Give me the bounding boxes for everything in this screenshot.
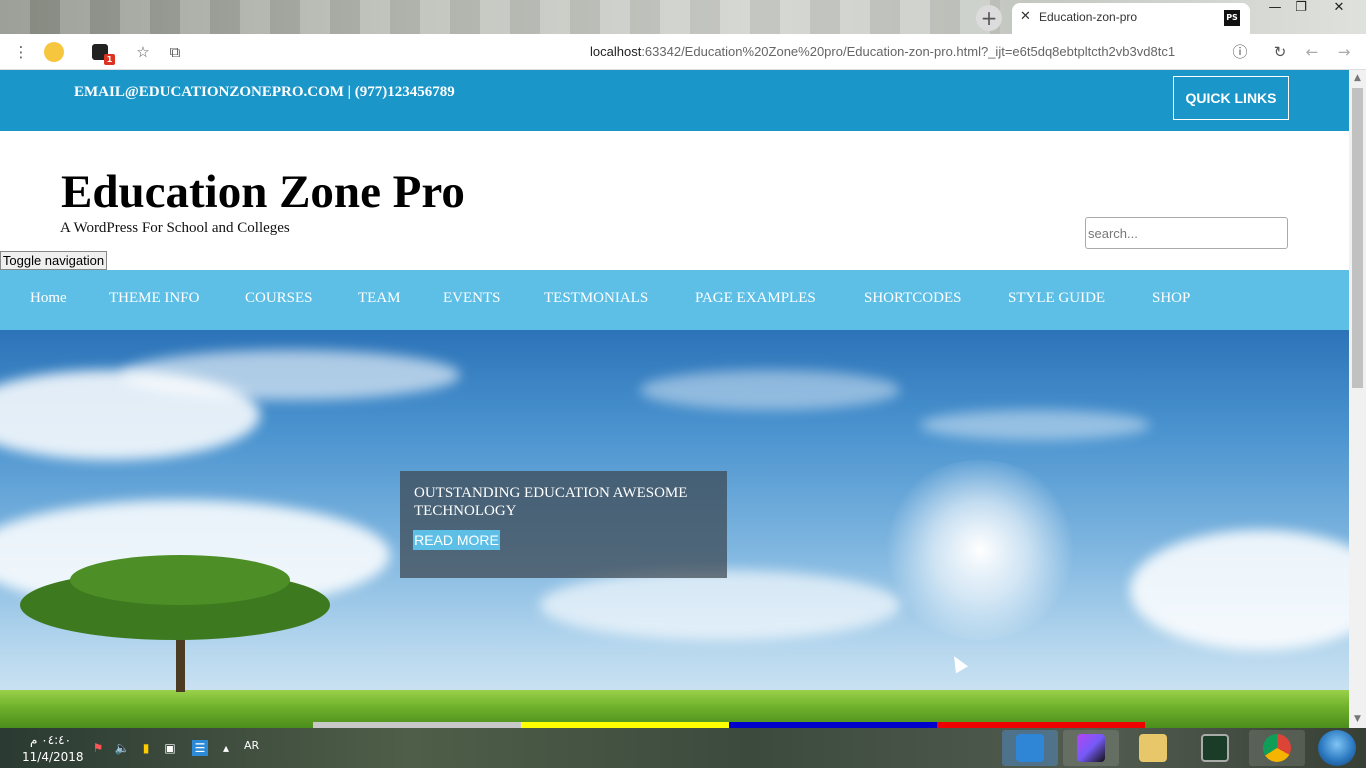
windows-taskbar: ٠٤:٤٠ م 11/4/2018 ⚑ 🔈 ▮ ▣ ☰ ▴ AR [0, 728, 1366, 768]
nav-item-theme-info[interactable]: THEME INFO [109, 290, 199, 307]
mouse-cursor-icon [947, 652, 969, 674]
nav-item-shortcodes[interactable]: SHORTCODES [864, 290, 961, 307]
menu-dots-icon[interactable]: ⋮ [11, 42, 31, 62]
cloud-shape [640, 370, 900, 410]
search-input[interactable] [1085, 217, 1288, 249]
window-close-button[interactable]: ✕ [1326, 0, 1352, 18]
volume-icon[interactable]: 🔈 [114, 740, 130, 756]
start-button[interactable] [1318, 730, 1356, 766]
scroll-down-arrow-icon[interactable]: ▼ [1349, 711, 1366, 728]
emoji-extension-icon[interactable] [44, 42, 64, 62]
star-bookmark-icon[interactable]: ☆ [133, 42, 153, 62]
tab-close-icon[interactable]: ✕ [1020, 9, 1031, 24]
folder-icon [1139, 734, 1167, 762]
nav-item-shop[interactable]: SHOP [1152, 290, 1190, 307]
tree-crown [70, 555, 290, 605]
phpstorm-icon [1077, 734, 1105, 762]
taskbar-app-screen-capture[interactable] [1002, 730, 1058, 766]
contact-info: EMAIL@EDUCATIONZONEPRO.COM | (977)123456… [74, 84, 455, 100]
new-tab-button[interactable]: + [976, 5, 1002, 31]
scroll-up-arrow-icon[interactable]: ▲ [1349, 70, 1366, 87]
back-icon[interactable]: ← [1302, 42, 1322, 62]
extension-badge: 1 [104, 54, 115, 65]
top-contact-bar: EMAIL@EDUCATIONZONEPRO.COM | (977)123456… [0, 70, 1349, 131]
scroll-thumb[interactable] [1352, 88, 1363, 388]
nav-item-team[interactable]: TEAM [358, 290, 401, 307]
main-navigation: Home THEME INFO COURSES TEAM EVENTS TEST… [0, 270, 1349, 330]
signal-icon[interactable]: ▮ [138, 740, 154, 756]
slide-caption: OUTSTANDING EDUCATION AWESOME TECHNOLOGY… [400, 471, 727, 578]
nav-item-courses[interactable]: COURSES [245, 290, 313, 307]
url-path: :63342/Education%20Zone%20pro/Education-… [641, 44, 1176, 59]
network-warning-icon[interactable]: ⚑ [90, 740, 106, 756]
site-tagline: A WordPress For School and Colleges [60, 220, 290, 236]
phpstorm-favicon-icon: PS [1224, 10, 1240, 26]
browser-tab-strip: + ✕ Education-zon-pro PS — ❐ ✕ [0, 0, 1366, 34]
nav-item-events[interactable]: EVENTS [443, 290, 501, 307]
app-tray-icon[interactable]: ☰ [192, 740, 208, 756]
taskbar-app-monitor[interactable] [1187, 730, 1243, 766]
clock-date[interactable]: 11/4/2018 [22, 750, 84, 764]
forward-icon[interactable]: → [1334, 42, 1354, 62]
window-minimize-button[interactable]: — [1262, 0, 1288, 18]
cloud-shape [120, 350, 460, 400]
page-viewport: EMAIL@EDUCATIONZONEPRO.COM | (977)123456… [0, 70, 1349, 728]
read-more-button[interactable]: READ MORE [413, 530, 500, 550]
show-hidden-icons-icon[interactable]: ▴ [218, 740, 234, 756]
chrome-icon [1263, 734, 1291, 762]
sun-glow [880, 460, 1080, 640]
tab-title: Education-zon-pro [1039, 10, 1138, 24]
nav-item-style-guide[interactable]: STYLE GUIDE [1008, 290, 1105, 307]
cloud-shape [1130, 530, 1349, 650]
browser-tab-active[interactable]: ✕ Education-zon-pro PS [1012, 3, 1250, 34]
nav-item-testimonials[interactable]: TESTMONIALS [544, 290, 648, 307]
browser-toolbar: ⋮ ☆ ⧉ localhost:63342/Education%20Zone%2… [0, 34, 1366, 70]
toggle-navigation-button[interactable]: Toggle navigation [0, 251, 107, 270]
caption-title: OUTSTANDING EDUCATION AWESOME TECHNOLOGY [414, 485, 688, 519]
taskbar-app-chrome[interactable] [1249, 730, 1305, 766]
taskbar-app-phpstorm[interactable] [1063, 730, 1119, 766]
monitor-icon [1201, 734, 1229, 762]
window-restore-button[interactable]: ❐ [1288, 0, 1314, 18]
taskbar-app-explorer[interactable] [1125, 730, 1181, 766]
cloud-shape [540, 570, 900, 640]
language-indicator[interactable]: AR [244, 739, 259, 752]
nav-item-home[interactable]: Home [30, 290, 67, 307]
clock-time[interactable]: ٠٤:٤٠ م [30, 733, 71, 747]
address-bar[interactable]: localhost:63342/Education%20Zone%20pro/E… [590, 43, 1226, 61]
translate-icon[interactable]: ⧉ [165, 42, 185, 62]
reload-icon[interactable]: ↻ [1270, 42, 1290, 62]
screen-capture-icon [1016, 734, 1044, 762]
usb-device-icon[interactable]: ▣ [162, 740, 178, 756]
vertical-scrollbar[interactable]: ▲ ▼ [1349, 70, 1366, 728]
cloud-shape [920, 410, 1150, 440]
site-title[interactable]: Education Zone Pro [61, 165, 465, 219]
quick-links-button[interactable]: QUICK LINKS [1173, 76, 1289, 120]
url-host: localhost [590, 44, 642, 59]
nav-item-page-examples[interactable]: PAGE EXAMPLES [695, 290, 816, 307]
info-icon[interactable]: ⓘ [1230, 42, 1250, 62]
hero-slider: OUTSTANDING EDUCATION AWESOME TECHNOLOGY… [0, 330, 1349, 728]
background-blur [0, 0, 1000, 34]
